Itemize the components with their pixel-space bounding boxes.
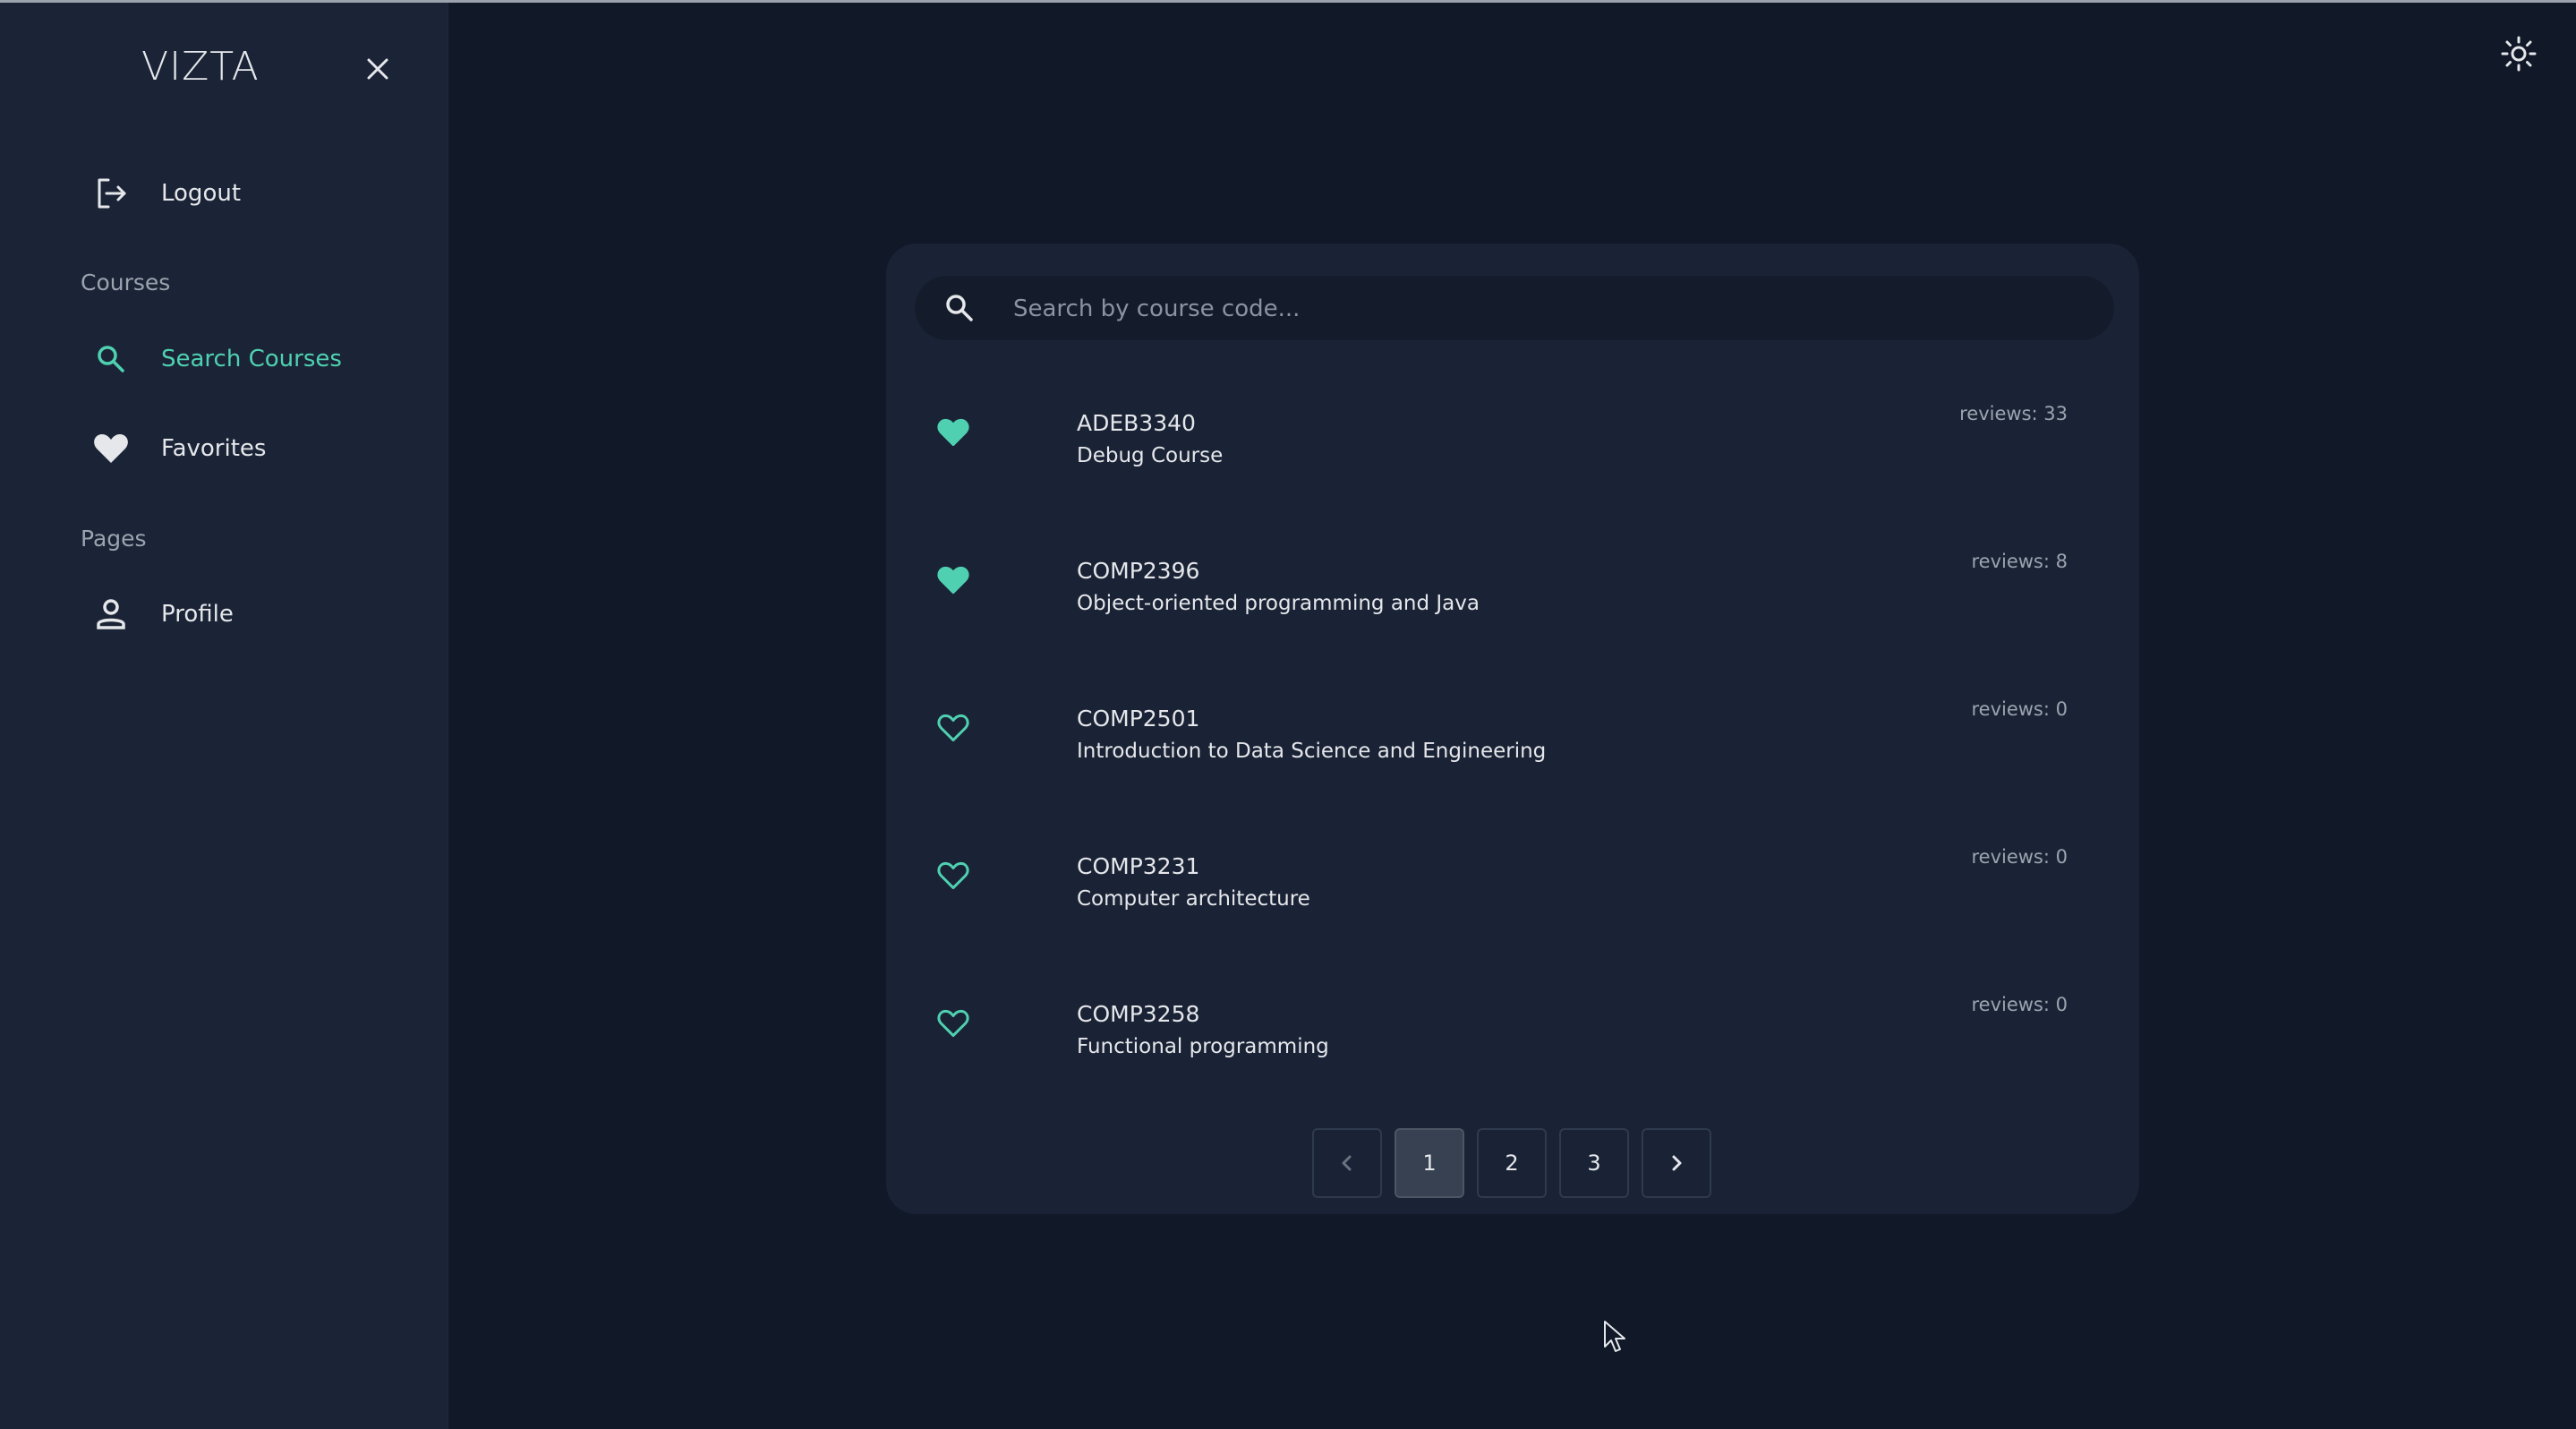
review-count: reviews: 33 <box>1959 403 2068 424</box>
search-input[interactable] <box>1011 276 2089 342</box>
page-button-1[interactable]: 1 <box>1395 1128 1464 1198</box>
theme-toggle-button[interactable] <box>2497 32 2540 75</box>
sidebar-item-favorites[interactable]: Favorites <box>90 422 266 475</box>
search-bar <box>915 276 2114 342</box>
course-code: COMP2396 <box>1077 558 1200 584</box>
brand-logo: VIZTA <box>141 44 260 90</box>
heart-filled-icon <box>937 418 969 447</box>
course-row[interactable]: COMP3258 Functional programming reviews: 0 <box>886 969 2139 1117</box>
course-row[interactable]: COMP2396 Object-oriented programming and … <box>886 526 2139 673</box>
sidebar-item-label: Logout <box>161 180 242 207</box>
review-count: reviews: 0 <box>1971 994 2068 1015</box>
favorite-toggle-button[interactable] <box>931 706 976 750</box>
close-sidebar-button[interactable] <box>358 49 397 89</box>
course-name: Computer architecture <box>1077 887 1310 911</box>
page-button-3[interactable]: 3 <box>1559 1128 1629 1198</box>
course-name: Object-oriented programming and Java <box>1077 592 1480 615</box>
pagination: 1 2 3 <box>1312 1128 1711 1198</box>
review-count: reviews: 0 <box>1971 846 2068 868</box>
sidebar: VIZTA Logout Courses Search Courses Favo… <box>0 3 448 1429</box>
favorite-toggle-button[interactable] <box>931 853 976 898</box>
sidebar-item-search-courses[interactable]: Search Courses <box>90 332 342 386</box>
page-button-2[interactable]: 2 <box>1477 1128 1547 1198</box>
review-count: reviews: 0 <box>1971 698 2068 720</box>
next-page-button[interactable] <box>1642 1128 1711 1198</box>
prev-page-button[interactable] <box>1312 1128 1382 1198</box>
section-label-courses: Courses <box>81 270 171 295</box>
chevron-left-icon <box>1342 1155 1352 1171</box>
favorite-toggle-button[interactable] <box>931 410 976 455</box>
course-name: Debug Course <box>1077 444 1224 467</box>
course-code: COMP2501 <box>1077 706 1200 732</box>
course-code: COMP3231 <box>1077 853 1200 879</box>
course-code: COMP3258 <box>1077 1001 1200 1027</box>
section-label-pages: Pages <box>81 526 147 552</box>
mouse-cursor-icon <box>1604 1321 1625 1352</box>
heart-filled-icon <box>937 566 969 595</box>
course-row[interactable]: COMP2501 Introduction to Data Science and… <box>886 673 2139 821</box>
sidebar-item-profile[interactable]: Profile <box>90 587 234 641</box>
course-name: Introduction to Data Science and Enginee… <box>1077 740 1547 763</box>
sidebar-item-label: Profile <box>161 601 234 628</box>
chevron-right-icon <box>1672 1155 1682 1171</box>
course-search-card: ADEB3340 Debug Course reviews: 33 COMP2396 O… <box>886 244 2139 1214</box>
heart-outline-icon <box>937 1009 969 1038</box>
course-code: ADEB3340 <box>1077 410 1196 436</box>
heart-icon <box>90 427 132 470</box>
sidebar-item-label: Favorites <box>161 435 267 462</box>
user-icon <box>90 593 132 636</box>
close-icon <box>367 58 388 80</box>
sidebar-item-label: Search Courses <box>161 346 342 372</box>
heart-outline-icon <box>937 861 969 890</box>
favorite-toggle-button[interactable] <box>931 1001 976 1046</box>
course-name: Functional programming <box>1077 1035 1329 1058</box>
heart-outline-icon <box>937 714 969 742</box>
search-icon <box>90 338 132 381</box>
review-count: reviews: 8 <box>1971 551 2068 572</box>
sidebar-item-logout[interactable]: Logout <box>90 167 241 220</box>
course-row[interactable]: COMP3231 Computer architecture reviews: 0 <box>886 821 2139 969</box>
logout-icon <box>90 172 132 215</box>
favorite-toggle-button[interactable] <box>931 558 976 603</box>
sun-icon <box>2501 36 2537 72</box>
course-row[interactable]: ADEB3340 Debug Course reviews: 33 <box>886 378 2139 526</box>
search-icon <box>942 290 977 326</box>
